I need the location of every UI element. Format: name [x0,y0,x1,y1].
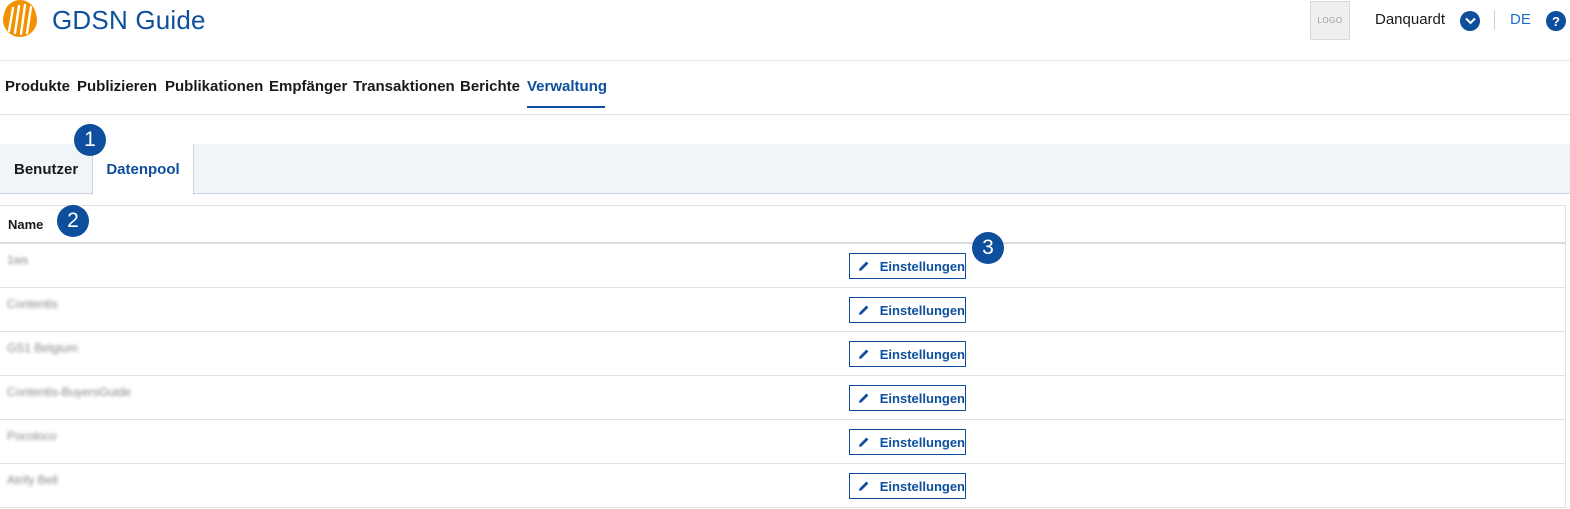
table-row: Contentis Einstellungen [0,288,1565,332]
app-title: GDSN Guide [52,4,206,35]
user-name[interactable]: Danquardt [1375,11,1445,28]
nav-item-empfaenger[interactable]: Empfänger [269,78,347,95]
table-row: 1ws Einstellungen [0,244,1565,288]
tab-datenpool[interactable]: Datenpool [92,144,194,195]
help-button[interactable]: ? [1546,11,1566,31]
header-divider [1494,10,1495,30]
datapool-name: Pocoloco [7,429,57,443]
nav-item-produkte[interactable]: Produkte [5,78,70,95]
table-row: Pocoloco Einstellungen [0,420,1565,464]
settings-button-label: Einstellungen [879,346,965,362]
settings-button-label: Einstellungen [879,434,965,450]
question-icon: ? [1552,13,1560,29]
active-nav-indicator [527,106,605,108]
pencil-icon [858,437,869,447]
settings-button[interactable]: Einstellungen [849,473,966,499]
nav-item-berichte[interactable]: Berichte [460,78,520,95]
tab-label: Benutzer [14,160,79,178]
datapool-name: Contentis-BuyersGuide [7,385,132,399]
datapool-name: Atrify Bell [7,473,58,487]
tab-bar: Benutzer Datenpool [0,144,1570,195]
callout-badge-3: 3 [972,232,1004,264]
settings-button[interactable]: Einstellungen [849,385,966,411]
datapool-name: 1ws [7,253,29,267]
main-navigation: Produkte Publizieren Publikationen Empfä… [0,61,1570,115]
pencil-icon [858,481,869,491]
brand[interactable]: GDSN Guide [0,0,206,40]
settings-button[interactable]: Einstellungen [849,297,966,323]
nav-item-publikationen[interactable]: Publikationen [165,78,263,95]
settings-button-label: Einstellungen [879,258,965,274]
table-header: Name [0,206,1565,244]
table-row: GS1 Belgium Einstellungen [0,332,1565,376]
settings-button[interactable]: Einstellungen [849,429,966,455]
callout-badge-2: 2 [57,205,89,237]
datapool-name: Contentis [7,297,58,311]
nav-item-publizieren[interactable]: Publizieren [77,78,157,95]
settings-button[interactable]: Einstellungen [849,253,966,279]
pencil-icon [858,305,869,315]
company-logo-placeholder: LOGO [1310,1,1350,40]
user-menu-button[interactable] [1460,11,1480,31]
pencil-icon [858,393,869,403]
tab-label: Datenpool [106,161,180,178]
settings-button-label: Einstellungen [879,302,965,318]
language-switch[interactable]: DE [1510,11,1531,28]
settings-button-label: Einstellungen [879,390,965,406]
nav-item-transaktionen[interactable]: Transaktionen [353,78,455,95]
settings-button-label: Einstellungen [879,478,965,494]
settings-button[interactable]: Einstellungen [849,341,966,367]
gdsn-logo-icon [3,0,37,37]
app-header: GDSN Guide LOGO Danquardt DE ? [0,0,1570,61]
nav-item-verwaltung[interactable]: Verwaltung [527,78,607,95]
table-row: Contentis-BuyersGuide Einstellungen [0,376,1565,420]
chevron-down-icon [1464,17,1476,25]
callout-badge-1: 1 [74,124,106,156]
datapool-table: Name 1ws Einstellungen Contentis Einstel… [0,205,1566,508]
table-row: Atrify Bell Einstellungen [0,464,1565,508]
datapool-name: GS1 Belgium [7,341,78,355]
pencil-icon [858,261,869,271]
pencil-icon [858,349,869,359]
column-header-name[interactable]: Name [8,217,43,232]
